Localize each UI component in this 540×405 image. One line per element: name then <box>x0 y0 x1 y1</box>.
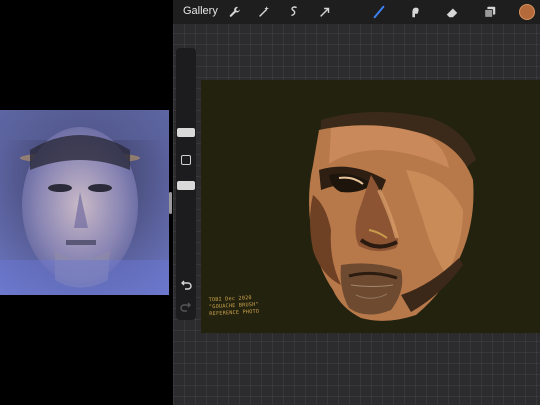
brush-icon[interactable] <box>370 3 388 21</box>
smudge-icon[interactable] <box>406 3 424 21</box>
modify-button[interactable] <box>181 155 191 165</box>
redo-icon[interactable] <box>179 300 193 314</box>
color-picker-swatch[interactable] <box>519 4 535 20</box>
split-view-divider-handle[interactable] <box>169 192 172 214</box>
brush-size-slider[interactable] <box>177 128 195 137</box>
gallery-button[interactable]: Gallery <box>183 5 218 17</box>
opacity-slider[interactable] <box>177 181 195 190</box>
selection-icon[interactable] <box>285 3 303 21</box>
artist-signature: TOBI Dec 2020 "GOUACHE BRUSH" REFERENCE … <box>208 295 259 319</box>
layers-icon[interactable] <box>481 3 499 21</box>
eraser-icon[interactable] <box>443 3 461 21</box>
transform-arrow-icon[interactable] <box>316 3 334 21</box>
wrench-icon[interactable] <box>226 3 244 21</box>
reference-portrait-image <box>0 110 169 295</box>
magic-wand-icon[interactable] <box>255 3 273 21</box>
undo-icon[interactable] <box>179 278 193 292</box>
top-toolbar: Gallery <box>173 0 540 24</box>
app-window: Gallery TOBI Dec 2020 "GOUACHE BRUSH" RE… <box>0 0 540 405</box>
reference-pane <box>0 0 172 405</box>
drawing-canvas[interactable]: TOBI Dec 2020 "GOUACHE BRUSH" REFERENCE … <box>201 80 540 333</box>
sidebar <box>176 48 196 320</box>
reference-photo[interactable] <box>0 110 169 295</box>
